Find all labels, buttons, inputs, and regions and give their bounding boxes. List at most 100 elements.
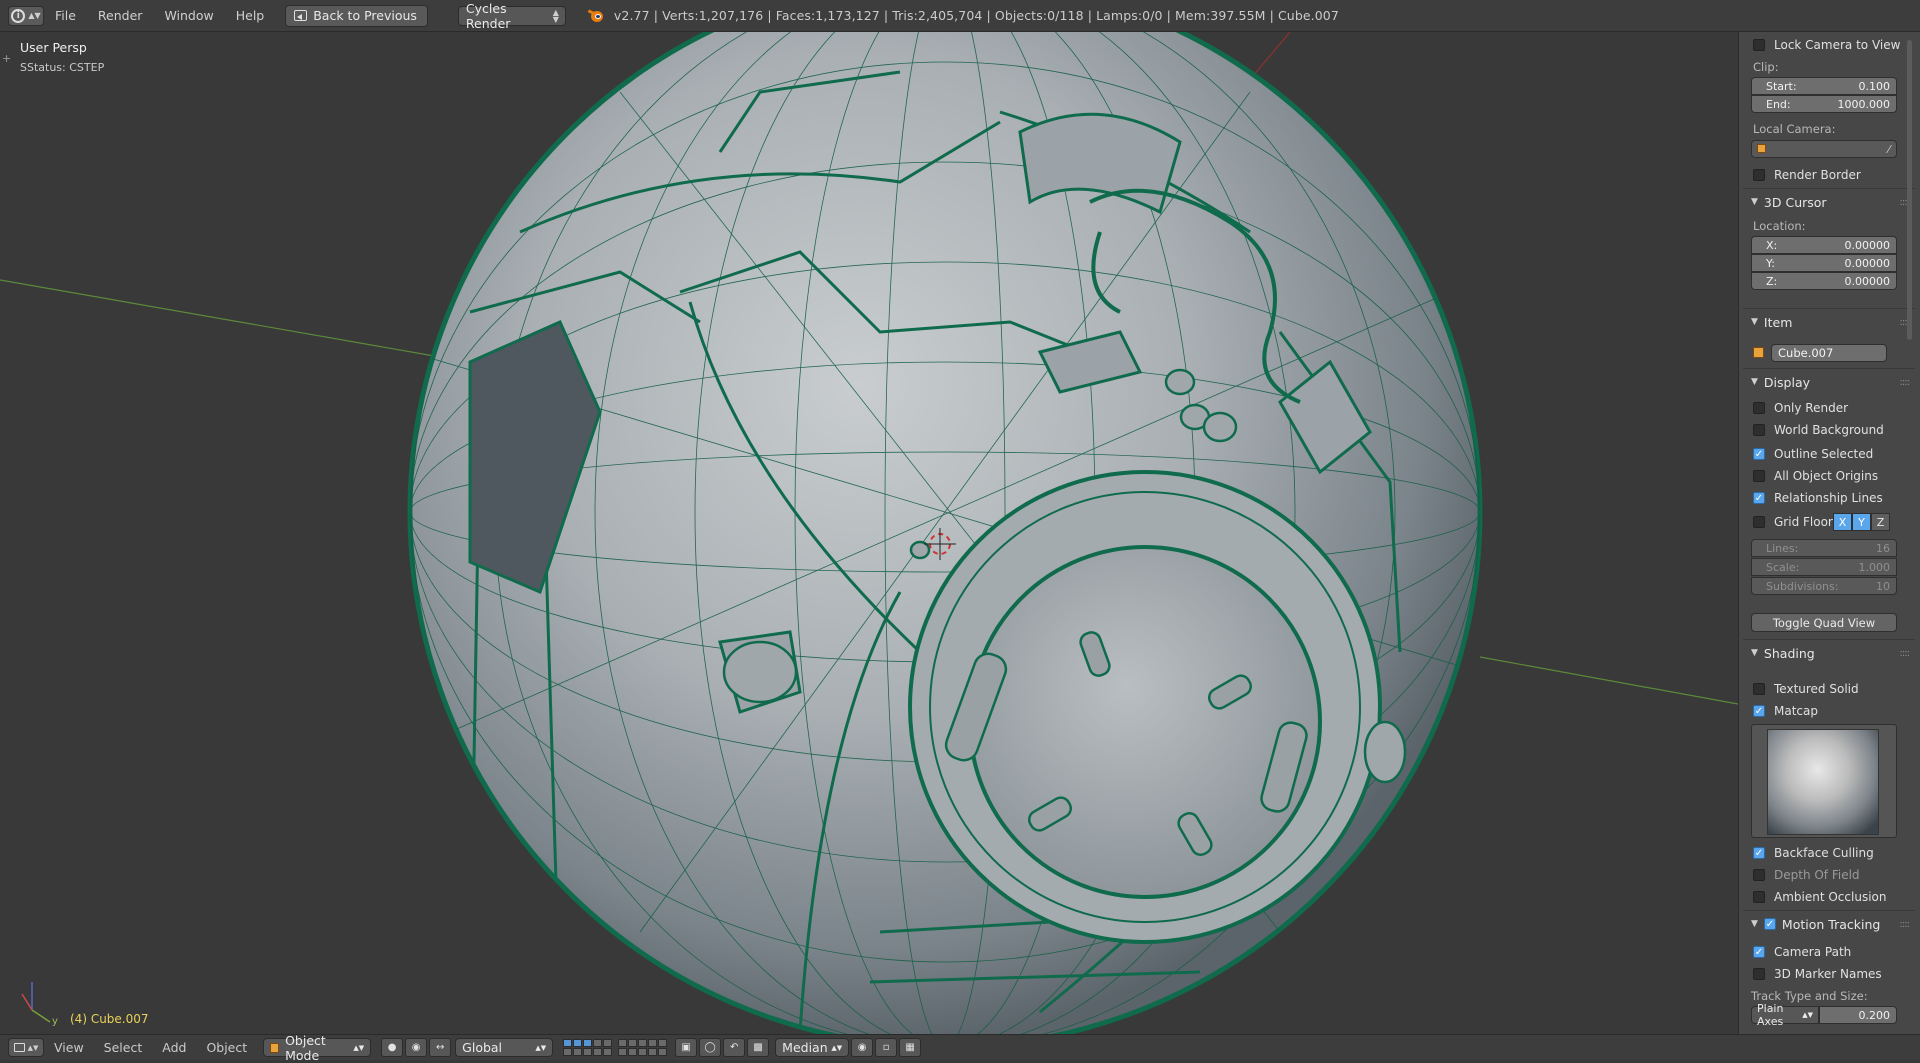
grid-axis-toggles: X Y Z (1833, 513, 1890, 531)
grid-floor-label: Grid Floor (1774, 515, 1833, 529)
render-border-label: Render Border (1774, 168, 1861, 182)
section-shading-header[interactable]: ▼ Shading :::: (1743, 642, 1915, 664)
lock-camera-label: Lock Camera to View (1774, 38, 1901, 52)
mode-select[interactable]: Object Mode ▲▼ (263, 1033, 372, 1063)
backface-culling-row[interactable]: ✓ Backface Culling (1753, 844, 1874, 862)
proportional-edit-button[interactable]: ◯ (699, 1038, 722, 1057)
textured-solid-row[interactable]: Textured Solid (1753, 680, 1859, 698)
opengl-animation-button[interactable]: ▦ (899, 1038, 922, 1057)
section-motion-tracking-header[interactable]: ▼ ✓ Motion Tracking :::: (1743, 913, 1915, 935)
menu-select[interactable]: Select (94, 1040, 153, 1055)
matcap-row[interactable]: ✓ Matcap (1753, 702, 1818, 720)
3d-viewport[interactable]: y + User Persp SStatus: CSTEP (4) Cube.0… (0, 32, 1738, 1034)
grid-subdivisions-field[interactable]: Subdivisions: 10 (1751, 577, 1897, 595)
menu-render[interactable]: Render (87, 8, 154, 23)
opengl-render-button[interactable]: ▫ (875, 1038, 898, 1057)
grid-scale-field[interactable]: Scale: 1.000 (1751, 558, 1897, 576)
menu-help[interactable]: Help (225, 8, 276, 23)
section-display-header[interactable]: ▼ Display :::: (1743, 371, 1915, 393)
track-size-field[interactable]: 0.200 (1819, 1006, 1897, 1024)
grip-icon[interactable]: :::: (1900, 648, 1911, 659)
clip-start-field[interactable]: Start: 0.100 (1751, 77, 1897, 95)
all-object-origins-checkbox[interactable] (1753, 470, 1765, 482)
eyedropper-icon[interactable]: ⁄ (1888, 143, 1890, 156)
object-name-field[interactable]: Cube.007 (1771, 344, 1887, 362)
lock-camera-checkbox-row[interactable]: Lock Camera to View (1753, 36, 1900, 54)
menu-object[interactable]: Object (196, 1040, 257, 1055)
lock-camera-checkbox[interactable] (1753, 39, 1765, 51)
grid-scale-label: Scale: (1766, 560, 1800, 574)
layer-buttons[interactable] (563, 1039, 613, 1056)
cursor-y-field[interactable]: Y: 0.00000 (1751, 254, 1897, 272)
section-3d-cursor-header[interactable]: ▼ 3D Cursor :::: (1743, 191, 1915, 213)
cursor-x-field[interactable]: X: 0.00000 (1751, 236, 1897, 254)
relationship-lines-row[interactable]: ✓ Relationship Lines (1753, 489, 1883, 507)
depth-of-field-checkbox[interactable] (1753, 869, 1765, 881)
menu-view[interactable]: View (44, 1040, 94, 1055)
render-border-row[interactable]: Render Border (1753, 166, 1861, 184)
pivot-point-button[interactable]: ◉ (405, 1038, 428, 1057)
mode-value: Object Mode (285, 1032, 326, 1063)
scene-stats: v2.77 | Verts:1,207,176 | Faces:1,173,12… (613, 8, 1339, 23)
render-engine-select[interactable]: Cycles Render ▲ ▼ (457, 1, 566, 31)
local-camera-field[interactable]: ⁄ (1751, 140, 1897, 158)
grid-lines-field[interactable]: Lines: 16 (1751, 539, 1897, 557)
3d-view-editor-type-button[interactable]: ▲▼ (8, 1038, 44, 1057)
textured-solid-checkbox[interactable] (1753, 683, 1765, 695)
grid-axis-x-toggle[interactable]: X (1833, 513, 1852, 531)
only-render-checkbox[interactable] (1753, 402, 1765, 414)
back-to-previous-button[interactable]: Back to Previous (285, 4, 428, 27)
mesh-object-cube-007[interactable] (407, 32, 1483, 1034)
menu-file[interactable]: File (44, 8, 87, 23)
marker-names-row[interactable]: 3D Marker Names (1753, 965, 1882, 983)
clip-start-label: Start: (1766, 79, 1797, 93)
grip-icon[interactable]: :::: (1900, 377, 1911, 388)
layer-buttons[interactable] (618, 1039, 668, 1056)
viewport-canvas[interactable]: y (0, 32, 1738, 1034)
menu-add[interactable]: Add (152, 1040, 196, 1055)
outline-selected-row[interactable]: ✓ Outline Selected (1753, 445, 1873, 463)
outline-selected-checkbox[interactable]: ✓ (1753, 448, 1765, 460)
grid-floor-row[interactable]: Grid Floor (1753, 513, 1833, 531)
marker-names-checkbox[interactable] (1753, 968, 1765, 980)
render-preview-button[interactable]: ◉ (851, 1038, 874, 1057)
camera-path-checkbox[interactable]: ✓ (1753, 946, 1765, 958)
lock-layers-button[interactable]: ▣ (675, 1038, 698, 1057)
ambient-occlusion-checkbox[interactable] (1753, 891, 1765, 903)
active-object-label: (4) Cube.007 (70, 1012, 149, 1026)
properties-scrollbar[interactable] (1907, 40, 1912, 340)
snap-button[interactable]: ↶ (723, 1038, 746, 1057)
info-editor-type-button[interactable]: i ▲▼ (8, 5, 44, 26)
snap-target-select[interactable]: Median ▲▼ (775, 1038, 850, 1057)
depth-of-field-row[interactable]: Depth Of Field (1753, 866, 1860, 884)
grid-floor-checkbox[interactable] (1753, 516, 1765, 528)
motion-tracking-checkbox[interactable]: ✓ (1763, 918, 1776, 930)
track-type-select[interactable]: Plain Axes ▲▼ (1751, 1002, 1819, 1028)
camera-path-row[interactable]: ✓ Camera Path (1753, 943, 1851, 961)
all-object-origins-row[interactable]: All Object Origins (1753, 467, 1878, 485)
matcap-preview-button[interactable] (1751, 724, 1897, 838)
grid-axis-z-toggle[interactable]: Z (1871, 513, 1890, 531)
toggle-quad-view-button[interactable]: Toggle Quad View (1751, 613, 1897, 632)
matcap-checkbox[interactable]: ✓ (1753, 705, 1765, 717)
menu-window[interactable]: Window (153, 8, 224, 23)
grip-icon[interactable]: :::: (1900, 919, 1911, 930)
transform-orientation-select[interactable]: Global ▲▼ (455, 1038, 554, 1057)
ambient-occlusion-row[interactable]: Ambient Occlusion (1753, 888, 1886, 906)
relationship-lines-checkbox[interactable]: ✓ (1753, 492, 1765, 504)
backface-culling-checkbox[interactable]: ✓ (1753, 847, 1765, 859)
snap-element-button[interactable]: ▩ (747, 1038, 770, 1057)
top-header: i ▲▼ File Render Window Help Back to Pre… (0, 0, 1920, 32)
viewport-shading-button[interactable]: ● (381, 1038, 404, 1057)
render-border-checkbox[interactable] (1753, 169, 1765, 181)
grid-axis-y-toggle[interactable]: Y (1852, 513, 1871, 531)
toolshelf-toggle[interactable]: + (2, 52, 11, 65)
manipulator-button[interactable]: ↔ (429, 1038, 452, 1057)
clip-end-field[interactable]: End: 1000.000 (1751, 95, 1897, 113)
world-background-row[interactable]: World Background (1753, 421, 1884, 439)
cube-icon (270, 1042, 280, 1053)
section-item-header[interactable]: ▼ Item :::: (1743, 311, 1915, 333)
world-background-checkbox[interactable] (1753, 424, 1765, 436)
cursor-z-field[interactable]: Z: 0.00000 (1751, 272, 1897, 290)
only-render-row[interactable]: Only Render (1753, 399, 1848, 417)
